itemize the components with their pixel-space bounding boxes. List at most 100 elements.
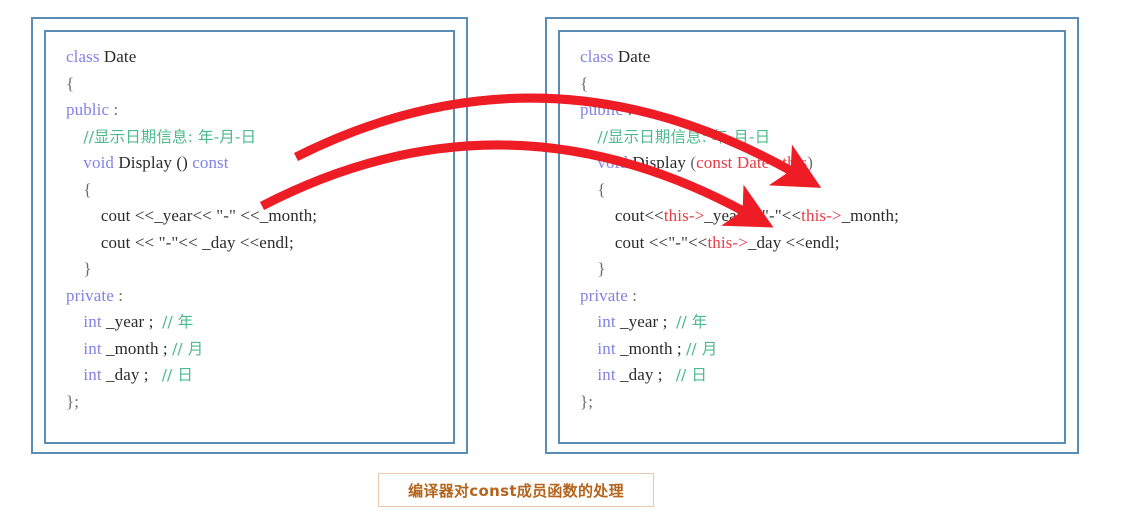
code-token: Date xyxy=(617,47,651,66)
code-token: ) xyxy=(807,153,813,172)
code-token: cout << xyxy=(100,232,159,252)
code-line: } xyxy=(66,256,449,283)
code-token: : xyxy=(113,285,124,305)
code-token: // 年 xyxy=(162,313,194,331)
code-line: private : xyxy=(66,283,449,310)
code-token: _month; xyxy=(841,206,899,225)
code-token: cout << xyxy=(614,232,669,252)
code-token: Display xyxy=(628,153,691,172)
code-token: <<_month; xyxy=(236,206,318,225)
code-line: void Display (const Date* this) xyxy=(580,150,1060,177)
code-line: public : xyxy=(580,97,1060,124)
code-token: public xyxy=(580,100,624,119)
code-token: : xyxy=(627,285,638,305)
code-panel-compiled-inner: class Date{public : //显示日期信息: 年-月-日 void… xyxy=(558,30,1066,444)
code-token: const Date* this xyxy=(696,153,808,172)
code-token: }; xyxy=(580,391,594,411)
code-token: int xyxy=(597,365,616,384)
code-token: this-> xyxy=(707,232,748,252)
code-line: private : xyxy=(580,283,1060,310)
code-line: }; xyxy=(66,389,449,416)
code-token: "-" xyxy=(216,206,237,225)
code-line: cout <<"-"<<this->_day <<endl; xyxy=(580,230,1060,257)
code-line: { xyxy=(580,71,1060,98)
code-line: }; xyxy=(580,389,1060,416)
code-line: cout << "-"<< _day <<endl; xyxy=(66,230,449,257)
code-line: cout <<_year<< "-" <<_month; xyxy=(66,203,449,230)
code-token: // 年 xyxy=(676,313,708,331)
code-token: : xyxy=(109,100,119,119)
code-token: // 月 xyxy=(172,339,204,358)
code-token: void xyxy=(83,153,115,172)
code-token: int xyxy=(83,365,102,384)
code-line: int _year ; // 年 xyxy=(66,309,449,336)
code-token: _month ; xyxy=(615,338,687,358)
figure-caption-box: 编译器对const成员函数的处理 xyxy=(378,473,654,507)
figure-stage: class Date{public : //显示日期信息: 年-月-日 void… xyxy=(0,0,1121,522)
code-token: int xyxy=(83,312,102,331)
code-line: class Date xyxy=(580,44,1060,71)
code-token: << xyxy=(781,206,802,225)
code-token: // 日 xyxy=(161,366,193,384)
code-line: int _year ; // 年 xyxy=(580,309,1060,336)
code-token: private xyxy=(580,285,628,305)
code-token: //显示日期信息: 年-月-日 xyxy=(83,127,257,146)
code-token: // 月 xyxy=(686,339,718,358)
figure-caption-text: 编译器对const成员函数的处理 xyxy=(408,481,624,500)
code-token: { xyxy=(580,73,589,93)
code-token: "-" xyxy=(761,206,782,225)
code-token: "-" xyxy=(668,232,689,252)
code-token: this-> xyxy=(801,206,842,225)
code-token: } xyxy=(66,259,92,278)
code-line: //显示日期信息: 年-月-日 xyxy=(580,124,1060,151)
code-line: cout<<this->_year<<"-"<<this->_month; xyxy=(580,203,1060,230)
code-token: _year ; xyxy=(101,312,163,331)
code-line: int _month ; // 月 xyxy=(580,336,1060,363)
code-token: _year<< xyxy=(704,206,762,225)
code-token: private xyxy=(66,285,114,305)
code-token: class xyxy=(580,47,618,66)
code-token: int xyxy=(597,312,616,331)
code-token: { xyxy=(66,73,75,93)
code-line: { xyxy=(66,71,449,98)
code-panel-original: class Date { public : //显示日期信息: 年-月-日 void… xyxy=(31,17,468,454)
code-token: _day ; xyxy=(615,365,676,384)
code-token: _day <<endl; xyxy=(747,232,840,252)
code-token: _day ; xyxy=(101,365,162,384)
code-token: << _day <<endl; xyxy=(178,232,294,252)
code-token: { xyxy=(580,179,606,199)
code-token: "-" xyxy=(158,232,179,252)
code-line: public : xyxy=(66,97,449,124)
code-token: cout <<_year<< xyxy=(100,206,217,225)
code-token: class xyxy=(66,47,104,66)
code-panel-compiled: class Date{public : //显示日期信息: 年-月-日 void… xyxy=(545,17,1079,454)
code-block-compiled: class Date{public : //显示日期信息: 年-月-日 void… xyxy=(580,44,1060,415)
code-line: //显示日期信息: 年-月-日 xyxy=(66,124,449,151)
code-line: void Display () const xyxy=(66,150,449,177)
code-token: Display () xyxy=(114,153,193,172)
code-token: void xyxy=(597,153,629,172)
code-block-original: class Date { public : //显示日期信息: 年-月-日 void… xyxy=(66,44,449,415)
code-token: { xyxy=(66,179,92,199)
code-line: { xyxy=(580,177,1060,204)
code-panel-original-inner: class Date { public : //显示日期信息: 年-月-日 void… xyxy=(44,30,455,444)
code-token: _month ; xyxy=(101,338,173,358)
code-token: } xyxy=(580,259,606,278)
code-token: Date xyxy=(103,47,137,66)
code-line: int _month ; // 月 xyxy=(66,336,449,363)
code-line: int _day ; // 日 xyxy=(580,362,1060,389)
